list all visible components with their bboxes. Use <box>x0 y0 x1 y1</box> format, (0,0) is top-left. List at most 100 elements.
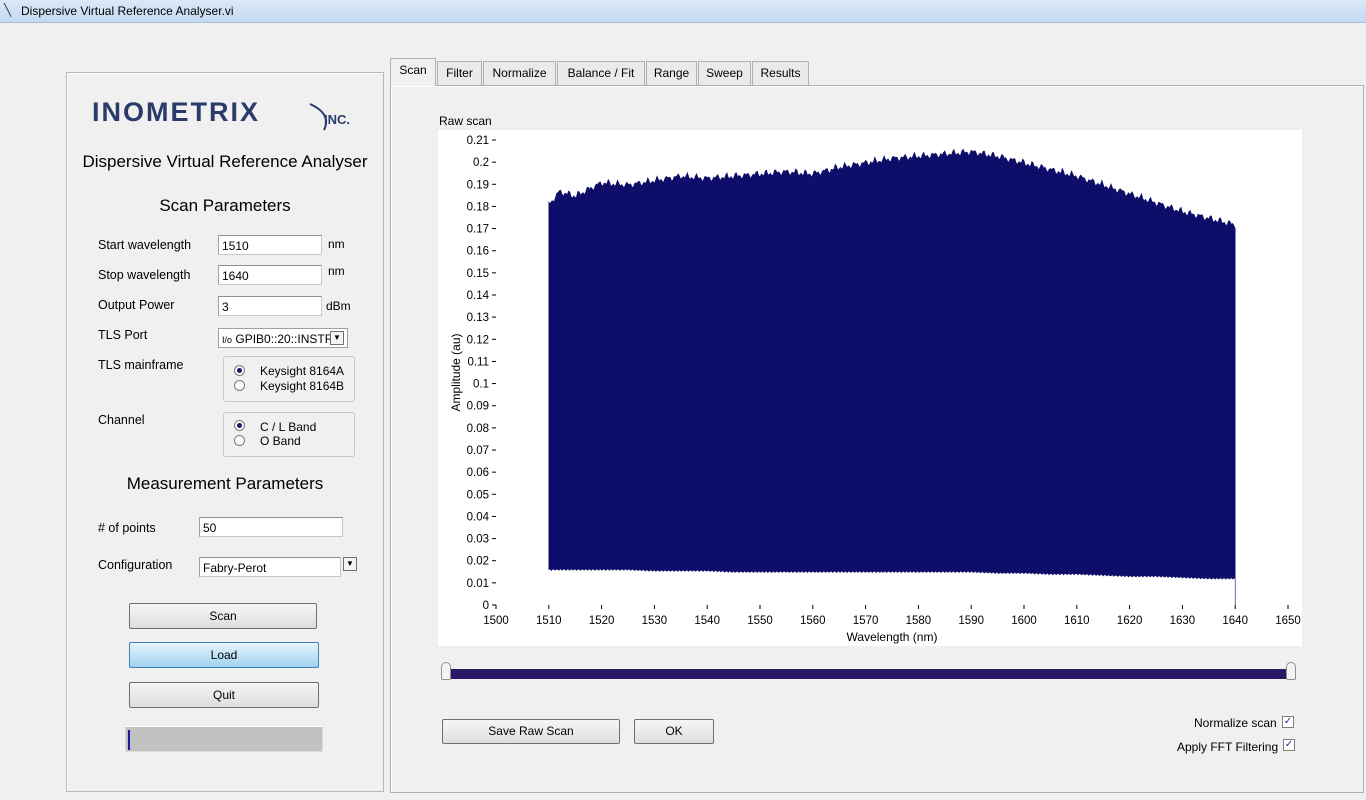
labview-icon: ╲ <box>4 3 12 17</box>
stop-wavelength-label: Stop wavelength <box>98 268 191 282</box>
raw-scan-series-area <box>548 148 1236 605</box>
start-wavelength-unit: nm <box>328 237 345 251</box>
fft-filtering-checkbox[interactable]: ✓ <box>1283 739 1295 751</box>
tab-filter[interactable]: Filter <box>437 61 482 85</box>
x-tick-label-5: 1550 <box>747 615 773 627</box>
x-tick-label-15: 1650 <box>1275 615 1301 627</box>
y-tick-label-13: 0.13 <box>467 312 489 324</box>
scan-button[interactable]: Scan <box>129 603 317 629</box>
configuration-dropdown-arrow-icon[interactable]: ▼ <box>343 557 357 571</box>
y-tick-label-21: 0.21 <box>467 135 489 147</box>
x-tick-label-14: 1640 <box>1222 615 1248 627</box>
io-resource-icon: I/o <box>222 335 233 345</box>
y-tick-label-8: 0.08 <box>467 423 489 435</box>
num-points-label: # of points <box>98 521 156 535</box>
num-points-input[interactable]: 50 <box>199 517 343 537</box>
quit-button[interactable]: Quit <box>129 682 319 708</box>
logo-main-text: INOMETRIX <box>92 97 260 127</box>
range-slider-left-handle[interactable] <box>441 662 451 680</box>
y-tick-label-9: 0.09 <box>467 401 489 413</box>
y-tick-label-20: 0.2 <box>473 157 489 169</box>
y-tick-label-16: 0.16 <box>467 246 489 258</box>
tab-sweep[interactable]: Sweep <box>698 61 751 85</box>
radio-keysight-8164b[interactable] <box>234 380 245 391</box>
configuration-label: Configuration <box>98 558 173 572</box>
y-tick-label-11: 0.11 <box>467 356 489 368</box>
y-tick-label-17: 0.17 <box>467 224 489 236</box>
x-tick-label-12: 1620 <box>1117 615 1143 627</box>
x-tick-label-4: 1540 <box>694 615 720 627</box>
y-tick-label-6: 0.06 <box>467 467 489 479</box>
fft-filtering-label: Apply FFT Filtering <box>1177 740 1279 754</box>
range-slider-right-handle[interactable] <box>1286 662 1296 680</box>
window-titlebar: ╲ Dispersive Virtual Reference Analyser.… <box>0 0 1366 23</box>
app-title: Dispersive Virtual Reference Analyser <box>82 152 368 171</box>
tab-normalize[interactable]: Normalize <box>483 61 556 85</box>
scan-parameters-title: Scan Parameters <box>159 196 291 215</box>
chart-title: Raw scan <box>439 114 492 128</box>
radio-cl-band[interactable] <box>234 420 245 431</box>
y-axis-label: Amplitude (au) <box>449 333 463 411</box>
raw-scan-chart[interactable]: 0 0.01 0.02 0.03 0.04 0.05 0.06 0.07 0.08 0.09 0.1… <box>438 130 1302 646</box>
y-tick-label-4: 0.04 <box>467 511 490 523</box>
x-tick-label-0: 1500 <box>483 615 509 627</box>
x-tick-label-8: 1580 <box>906 615 932 627</box>
output-power-label: Output Power <box>98 298 175 312</box>
y-tick-label-2: 0.02 <box>467 556 489 568</box>
progress-bar <box>125 726 323 752</box>
x-tick-label-3: 1530 <box>642 615 668 627</box>
tab-scan[interactable]: Scan <box>390 58 436 86</box>
y-tick-label-15: 0.15 <box>467 268 489 280</box>
radio-label-keysight-8164a: Keysight 8164A <box>260 364 345 378</box>
tls-port-select[interactable]: I/o GPIB0::20::INSTR <box>218 328 348 348</box>
tab-balance-fit[interactable]: Balance / Fit <box>557 61 645 85</box>
progress-fill <box>128 730 130 750</box>
y-tick-label-7: 0.07 <box>467 445 489 457</box>
x-tick-label-9: 1590 <box>958 615 984 627</box>
x-tick-label-13: 1630 <box>1170 615 1196 627</box>
logo-suffix-text: INC. <box>324 112 350 127</box>
y-tick-label-1: 0.01 <box>467 578 489 590</box>
window-title: Dispersive Virtual Reference Analyser.vi <box>21 4 234 18</box>
inometrix-logo: INOMETRIX INC. <box>92 97 350 131</box>
output-power-unit: dBm <box>326 299 351 313</box>
range-slider-track[interactable] <box>446 669 1292 679</box>
stop-wavelength-input[interactable]: 1640 <box>218 265 322 285</box>
tab-results[interactable]: Results <box>752 61 809 85</box>
configuration-select[interactable]: Fabry-Perot <box>199 557 341 577</box>
output-power-input[interactable]: 3 <box>218 296 322 316</box>
tls-mainframe-label: TLS mainframe <box>98 358 184 372</box>
load-button[interactable]: Load <box>129 642 319 668</box>
x-tick-label-6: 1560 <box>800 615 826 627</box>
tls-port-value: GPIB0::20::INSTR <box>235 332 334 346</box>
y-tick-label-14: 0.14 <box>467 290 490 302</box>
x-tick-label-7: 1570 <box>853 615 879 627</box>
save-raw-scan-button[interactable]: Save Raw Scan <box>442 719 620 744</box>
start-wavelength-input[interactable]: 1510 <box>218 235 322 255</box>
y-tick-label-0: 0 <box>483 600 489 612</box>
x-tick-label-1: 1510 <box>536 615 562 627</box>
x-axis-label: Wavelength (nm) <box>847 630 938 644</box>
radio-label-o-band: O Band <box>260 434 301 448</box>
normalize-scan-checkbox[interactable]: ✓ <box>1282 716 1294 728</box>
x-tick-label-11: 1610 <box>1064 615 1090 627</box>
y-tick-label-18: 0.18 <box>467 201 489 213</box>
y-tick-label-19: 0.19 <box>467 179 489 191</box>
radio-keysight-8164a[interactable] <box>234 365 245 376</box>
channel-label: Channel <box>98 413 145 427</box>
ok-button[interactable]: OK <box>634 719 714 744</box>
start-wavelength-label: Start wavelength <box>98 238 192 252</box>
tab-range[interactable]: Range <box>646 61 697 85</box>
radio-o-band[interactable] <box>234 435 245 446</box>
normalize-scan-label: Normalize scan <box>1194 716 1277 730</box>
y-tick-label-3: 0.03 <box>467 534 489 546</box>
y-tick-label-5: 0.05 <box>467 489 489 501</box>
y-tick-label-10: 0.1 <box>473 379 489 391</box>
x-tick-label-2: 1520 <box>589 615 615 627</box>
tls-port-dropdown-arrow-icon[interactable]: ▼ <box>330 331 344 345</box>
measurement-parameters-title: Measurement Parameters <box>126 474 324 493</box>
tls-port-label: TLS Port <box>98 328 148 342</box>
x-tick-label-10: 1600 <box>1011 615 1037 627</box>
y-tick-label-12: 0.12 <box>467 334 489 346</box>
stop-wavelength-unit: nm <box>328 264 345 278</box>
